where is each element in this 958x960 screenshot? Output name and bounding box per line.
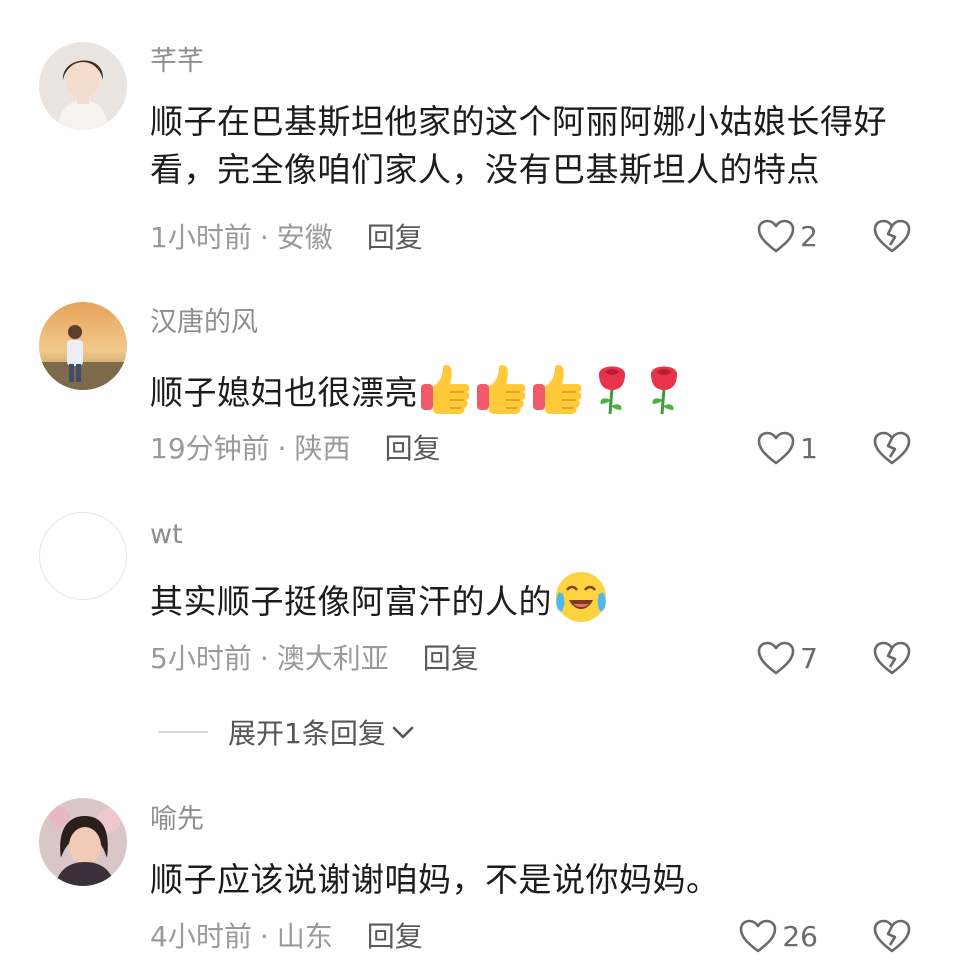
reply-button[interactable]: 回复	[423, 642, 479, 675]
comment-meta: 1小时前 · 安徽 回复	[150, 218, 423, 258]
location: 山东	[276, 920, 333, 953]
broken-heart-icon	[873, 219, 911, 253]
username[interactable]: wt	[150, 517, 183, 553]
timestamp: 19分钟前	[150, 432, 270, 465]
dislike-button[interactable]	[872, 430, 912, 470]
like-button[interactable]: 2	[756, 218, 818, 254]
separator: ·	[259, 221, 269, 254]
dislike-button[interactable]	[872, 218, 912, 258]
like-count: 26	[782, 919, 818, 953]
reply-button[interactable]: 回复	[385, 432, 441, 465]
divider-line	[158, 731, 208, 733]
expand-replies-label: 展开1条回复	[228, 717, 386, 750]
avatar[interactable]	[39, 302, 127, 390]
comment-meta: 4小时前 · 山东 回复	[150, 917, 423, 957]
thumbs-up-emoji	[475, 362, 529, 427]
dislike-button[interactable]	[872, 918, 912, 958]
rose-emoji	[639, 360, 689, 429]
comment-meta: 5小时前 · 澳大利亚 回复	[150, 639, 479, 679]
timestamp: 5小时前	[150, 642, 252, 675]
comment-text: 顺子应该说谢谢咱妈，不是说你妈妈。	[150, 860, 720, 899]
like-count: 7	[800, 641, 818, 675]
avatar[interactable]	[39, 798, 127, 886]
comment-text: 顺子在巴基斯坦他家的这个阿丽阿娜小姑娘长得好看，完全像咱们家人，没有巴基斯坦人的…	[150, 102, 887, 189]
location: 安徽	[276, 221, 333, 254]
rose-emoji	[587, 360, 637, 429]
thumbs-up-emoji	[419, 362, 473, 427]
heart-icon	[757, 431, 795, 465]
reply-button[interactable]: 回复	[367, 920, 423, 953]
avatar[interactable]	[39, 512, 127, 600]
crying-laughing-emoji	[553, 570, 609, 637]
like-count: 2	[800, 219, 818, 253]
expand-replies-button[interactable]: 展开1条回复	[158, 712, 416, 752]
comment-text: 顺子媳妇也很漂亮	[150, 360, 920, 429]
username[interactable]: 喻先	[150, 802, 204, 838]
separator: ·	[259, 920, 269, 953]
thumbs-up-emoji	[531, 362, 585, 427]
like-count: 1	[800, 431, 818, 465]
username[interactable]: 汉唐的风	[150, 305, 258, 341]
like-button[interactable]: 26	[738, 918, 818, 954]
chevron-down-icon	[392, 726, 414, 739]
location: 陕西	[294, 432, 351, 465]
reply-button[interactable]: 回复	[367, 221, 423, 254]
broken-heart-icon	[873, 431, 911, 465]
location: 澳大利亚	[276, 642, 389, 675]
comment-text: 其实顺子挺像阿富汗的人的	[150, 570, 920, 637]
comment-meta: 19分钟前 · 陕西 回复	[150, 429, 441, 469]
dislike-button[interactable]	[872, 640, 912, 680]
heart-icon	[757, 641, 795, 675]
timestamp: 4小时前	[150, 920, 252, 953]
heart-icon	[740, 919, 777, 953]
separator: ·	[277, 432, 287, 465]
broken-heart-icon	[873, 919, 911, 953]
broken-heart-icon	[873, 641, 911, 675]
like-button[interactable]: 7	[756, 640, 818, 676]
comment-text-body: 顺子媳妇也很漂亮	[150, 373, 418, 412]
heart-icon	[757, 219, 795, 253]
comment-text-body: 其实顺子挺像阿富汗的人的	[150, 582, 552, 621]
separator: ·	[259, 642, 269, 675]
avatar[interactable]	[39, 42, 127, 130]
username[interactable]: 芊芊	[150, 44, 204, 80]
timestamp: 1小时前	[150, 221, 252, 254]
like-button[interactable]: 1	[756, 430, 818, 466]
